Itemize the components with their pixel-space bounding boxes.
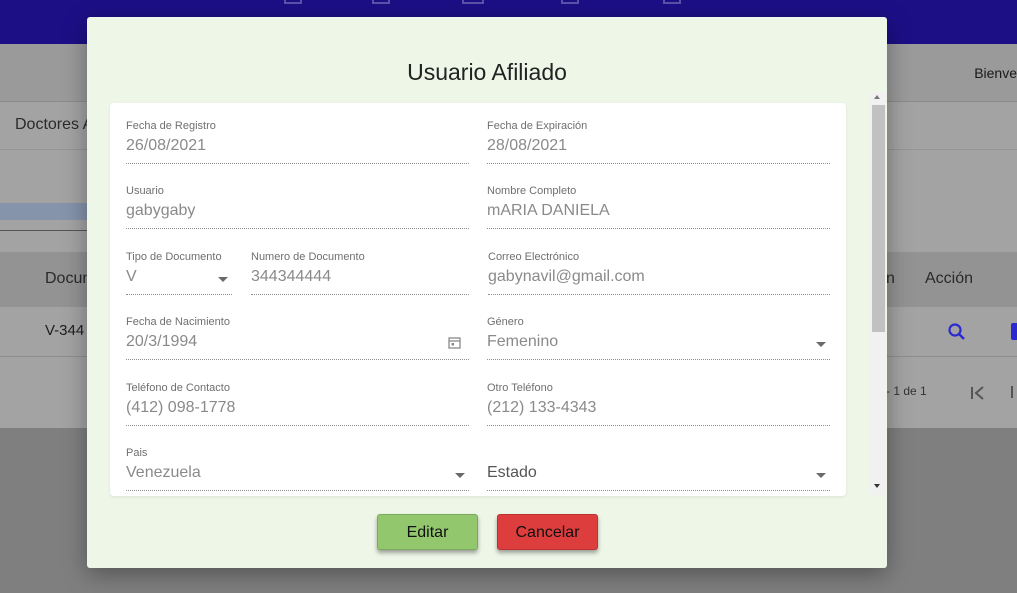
field-placeholder: Estado: [487, 464, 537, 481]
dropdown-caret-icon[interactable]: [218, 277, 228, 282]
edit-icon[interactable]: [1011, 323, 1017, 340]
field-underline: [487, 163, 830, 164]
field-label: Usuario: [126, 185, 164, 197]
field-label: Fecha de Expiración: [487, 120, 588, 132]
field-underline: [126, 228, 469, 229]
field-label: Correo Electrónico: [488, 251, 580, 263]
column-header-partial: n: [886, 270, 895, 287]
field-underline: [126, 425, 469, 426]
welcome-text: Bienve: [974, 65, 1017, 81]
field-value: V: [126, 268, 137, 285]
previous-page-icon[interactable]: [1011, 386, 1017, 398]
column-header-action: Acción: [925, 270, 974, 287]
divider: [0, 230, 90, 231]
field-underline: [126, 359, 469, 360]
field-underline: [487, 490, 830, 491]
nav-icon[interactable]: [561, 0, 579, 4]
field-value: Femenino: [487, 333, 559, 350]
field-label: Numero de Documento: [251, 251, 365, 263]
field-underline: [126, 294, 232, 295]
nav-icon[interactable]: [462, 0, 484, 4]
column-header-document: Docun: [45, 270, 92, 287]
scroll-up-arrow-icon[interactable]: [874, 95, 880, 99]
nav-icon[interactable]: [663, 0, 681, 4]
field-underline: [126, 490, 469, 491]
field-value: gabygaby: [126, 202, 196, 219]
cancel-button[interactable]: Cancelar: [497, 514, 598, 550]
field-value: 26/08/2021: [126, 137, 207, 154]
field-label: Tipo de Documento: [126, 251, 222, 263]
field-label: Fecha de Registro: [126, 120, 216, 132]
table-cell-document: V-344: [45, 322, 85, 339]
nav-icon[interactable]: [372, 0, 390, 4]
scrollbar-thumb[interactable]: [872, 105, 885, 332]
field-label: Género: [487, 316, 524, 328]
field-label: Otro Teléfono: [487, 382, 553, 394]
field-value: Venezuela: [126, 464, 201, 481]
scroll-down-arrow-icon[interactable]: [874, 484, 880, 488]
pagination-label: - 1 de 1: [886, 384, 927, 398]
nav-icon[interactable]: [284, 0, 302, 4]
field-value: (412) 098-1778: [126, 399, 236, 416]
field-underline: [487, 359, 830, 360]
field-underline: [487, 228, 830, 229]
field-underline: [126, 163, 469, 164]
field-label: Teléfono de Contacto: [126, 382, 230, 394]
field-underline: [488, 294, 830, 295]
field-value: (212) 133-4343: [487, 399, 597, 416]
dropdown-caret-icon[interactable]: [816, 473, 826, 478]
edit-button[interactable]: Editar: [377, 514, 478, 550]
field-label: Pais: [126, 447, 148, 459]
search-icon[interactable]: [947, 322, 967, 342]
field-value: gabynavil@gmail.com: [488, 268, 645, 285]
field-value: 20/3/1994: [126, 333, 198, 350]
dropdown-caret-icon[interactable]: [816, 342, 826, 347]
progress-band: [0, 203, 90, 220]
field-value: mARIA DANIELA: [487, 202, 610, 219]
calendar-icon[interactable]: [448, 336, 461, 349]
dropdown-caret-icon[interactable]: [455, 473, 465, 478]
field-label: Nombre Completo: [487, 185, 577, 197]
form-content: Fecha de Registro 26/08/2021 Fecha de Ex…: [110, 103, 846, 496]
first-page-icon[interactable]: [968, 384, 988, 402]
user-affiliate-dialog: Usuario Afiliado Fecha de Registro 26/08…: [87, 17, 887, 568]
field-value: 344344444: [251, 268, 332, 285]
field-underline: [251, 294, 469, 295]
tab-doctores[interactable]: Doctores A: [15, 116, 93, 134]
field-label: Fecha de Nacimiento: [126, 316, 230, 328]
field-value: 28/08/2021: [487, 137, 568, 154]
dialog-title: Usuario Afiliado: [407, 59, 567, 85]
field-underline: [487, 425, 830, 426]
